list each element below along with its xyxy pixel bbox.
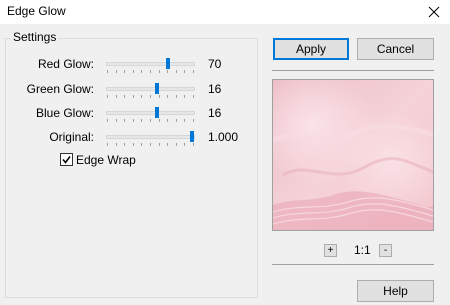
slider-tick: [150, 119, 151, 122]
slider-tick: [167, 70, 168, 73]
green-glow-slider[interactable]: [106, 83, 195, 98]
green-glow-slider-thumb[interactable]: [155, 83, 160, 94]
slider-tick: [150, 143, 151, 146]
settings-group: [5, 38, 258, 298]
settings-group-label: Settings: [11, 30, 59, 44]
slider-tick: [176, 143, 177, 146]
slider-tick: [141, 95, 142, 98]
slider-tick: [159, 95, 160, 98]
slider-tick: [116, 119, 117, 122]
slider-tick: [133, 119, 134, 122]
slider-tick: [141, 143, 142, 146]
slider-tick: [159, 70, 160, 73]
blue-glow-slider[interactable]: [106, 107, 195, 122]
close-button[interactable]: [418, 0, 450, 24]
zoom-level-label: 1:1: [354, 243, 371, 257]
slider-tick: [159, 143, 160, 146]
cancel-button[interactable]: Cancel: [357, 38, 434, 60]
red-glow-slider-thumb[interactable]: [165, 58, 170, 69]
green-glow-value: 16: [208, 82, 222, 96]
slider-tick: [124, 70, 125, 73]
green-glow-label: Green Glow:: [26, 82, 94, 96]
slider-tick: [116, 70, 117, 73]
slider-tick: [116, 95, 117, 98]
slider-tick: [184, 70, 185, 73]
slider-tick: [176, 70, 177, 73]
slider-tick: [159, 119, 160, 122]
slider-tick: [124, 119, 125, 122]
slider-tick: [193, 95, 194, 98]
zoom-in-button[interactable]: +: [324, 244, 337, 257]
separator-bottom: [272, 264, 434, 265]
slider-tick: [133, 143, 134, 146]
slider-tick: [107, 95, 108, 98]
slider-tick: [133, 70, 134, 73]
slider-tick: [193, 119, 194, 122]
zoom-out-button[interactable]: -: [379, 244, 392, 257]
red-glow-label: Red Glow:: [37, 57, 94, 71]
window-title: Edge Glow: [7, 4, 66, 18]
red-glow-value: 70: [208, 57, 222, 71]
preview-image-graphic: [273, 80, 433, 230]
checkmark-icon: [62, 156, 71, 164]
slider-tick: [107, 143, 108, 146]
slider-tick: [184, 143, 185, 146]
slider-tick: [193, 70, 194, 73]
help-button[interactable]: Help: [357, 280, 434, 302]
slider-tick: [176, 95, 177, 98]
slider-tick: [107, 70, 108, 73]
slider-tick: [167, 119, 168, 122]
slider-tick: [184, 119, 185, 122]
slider-tick: [176, 119, 177, 122]
slider-tick: [150, 95, 151, 98]
slider-tick: [124, 143, 125, 146]
slider-tick: [167, 95, 168, 98]
blue-glow-label: Blue Glow:: [35, 106, 94, 120]
slider-tick: [193, 143, 194, 146]
original-label: Original:: [49, 130, 94, 144]
slider-tick: [116, 143, 117, 146]
title-bar: Edge Glow: [0, 0, 450, 24]
slider-tick: [133, 95, 134, 98]
slider-tick: [141, 70, 142, 73]
edge-wrap-label: Edge Wrap: [76, 153, 136, 167]
preview-image: [272, 79, 434, 231]
slider-tick: [124, 95, 125, 98]
blue-glow-slider-thumb[interactable]: [155, 107, 160, 118]
edge-wrap-checkbox[interactable]: [60, 153, 73, 166]
blue-glow-value: 16: [208, 106, 222, 120]
slider-tick: [167, 143, 168, 146]
slider-tick: [184, 95, 185, 98]
slider-tick: [150, 70, 151, 73]
original-slider-thumb[interactable]: [190, 131, 194, 142]
original-slider[interactable]: [106, 131, 195, 146]
apply-button[interactable]: Apply: [273, 38, 349, 60]
slider-tick: [141, 119, 142, 122]
close-icon: [428, 6, 440, 18]
slider-tick: [107, 119, 108, 122]
original-value: 1.000: [208, 130, 239, 144]
red-glow-slider[interactable]: [106, 58, 195, 73]
separator-top: [272, 70, 434, 71]
